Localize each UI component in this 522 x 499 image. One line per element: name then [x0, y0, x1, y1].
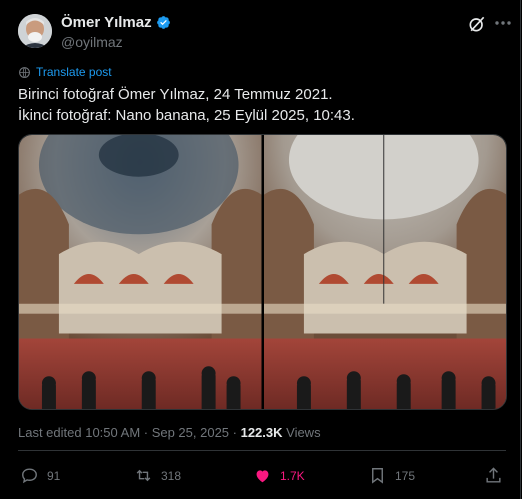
avatar-image [18, 14, 52, 48]
bookmark-icon [372, 468, 383, 484]
views-count: 122.3K [240, 425, 283, 440]
like-icon [256, 470, 269, 483]
like-button[interactable]: 1.7K [253, 466, 305, 485]
bookmark-button[interactable]: 175 [368, 466, 415, 485]
translate-icon [19, 66, 30, 78]
bookmark-count: 175 [395, 468, 416, 483]
share-icon [486, 467, 501, 483]
action-bar: 91 318 1.7K 175 [18, 466, 508, 488]
verified-badge-icon[interactable] [156, 15, 171, 30]
edited-timestamp[interactable]: Last edited 10:50 AM · Sep 25, 2025 · [18, 425, 241, 440]
reply-icon [22, 468, 37, 484]
like-count: 1.7K [280, 468, 305, 483]
post-line-2: İkinci fotoğraf: Nano banana, 25 Eylül 2… [18, 107, 355, 124]
author-name[interactable]: Ömer Yılmaz [61, 14, 152, 31]
reply-button[interactable]: 91 [20, 466, 60, 485]
media-photo-1[interactable] [19, 135, 262, 409]
share-button[interactable] [484, 466, 503, 485]
repost-count: 318 [161, 468, 182, 483]
repost-icon [136, 469, 151, 482]
post-line-1: Birinci fotoğraf Ömer Yılmaz, 24 Temmuz … [18, 86, 333, 103]
media-photo-2[interactable] [263, 135, 506, 409]
post-meta: Last edited 10:50 AM · Sep 25, 2025 · 12… [18, 425, 321, 440]
repost-button[interactable]: 318 [134, 466, 181, 485]
views-label: Views [282, 425, 321, 440]
reply-count: 91 [47, 468, 61, 483]
post-text: Birinci fotoğraf Ömer Yılmaz, 24 Temmuz … [18, 84, 355, 126]
translate-post-link[interactable]: Translate post [18, 65, 112, 79]
grok-icon[interactable] [467, 14, 487, 34]
author-handle[interactable]: @oyilmaz [61, 34, 123, 50]
more-icon[interactable] [492, 13, 514, 33]
author-row: Ömer Yılmaz [61, 14, 171, 31]
translate-post-label[interactable]: Translate post [36, 65, 112, 79]
media-grid [18, 134, 507, 410]
divider [18, 450, 506, 451]
post-card: Ömer Yılmaz @oyilmaz Translate post Biri… [0, 0, 521, 499]
avatar[interactable] [18, 14, 52, 48]
